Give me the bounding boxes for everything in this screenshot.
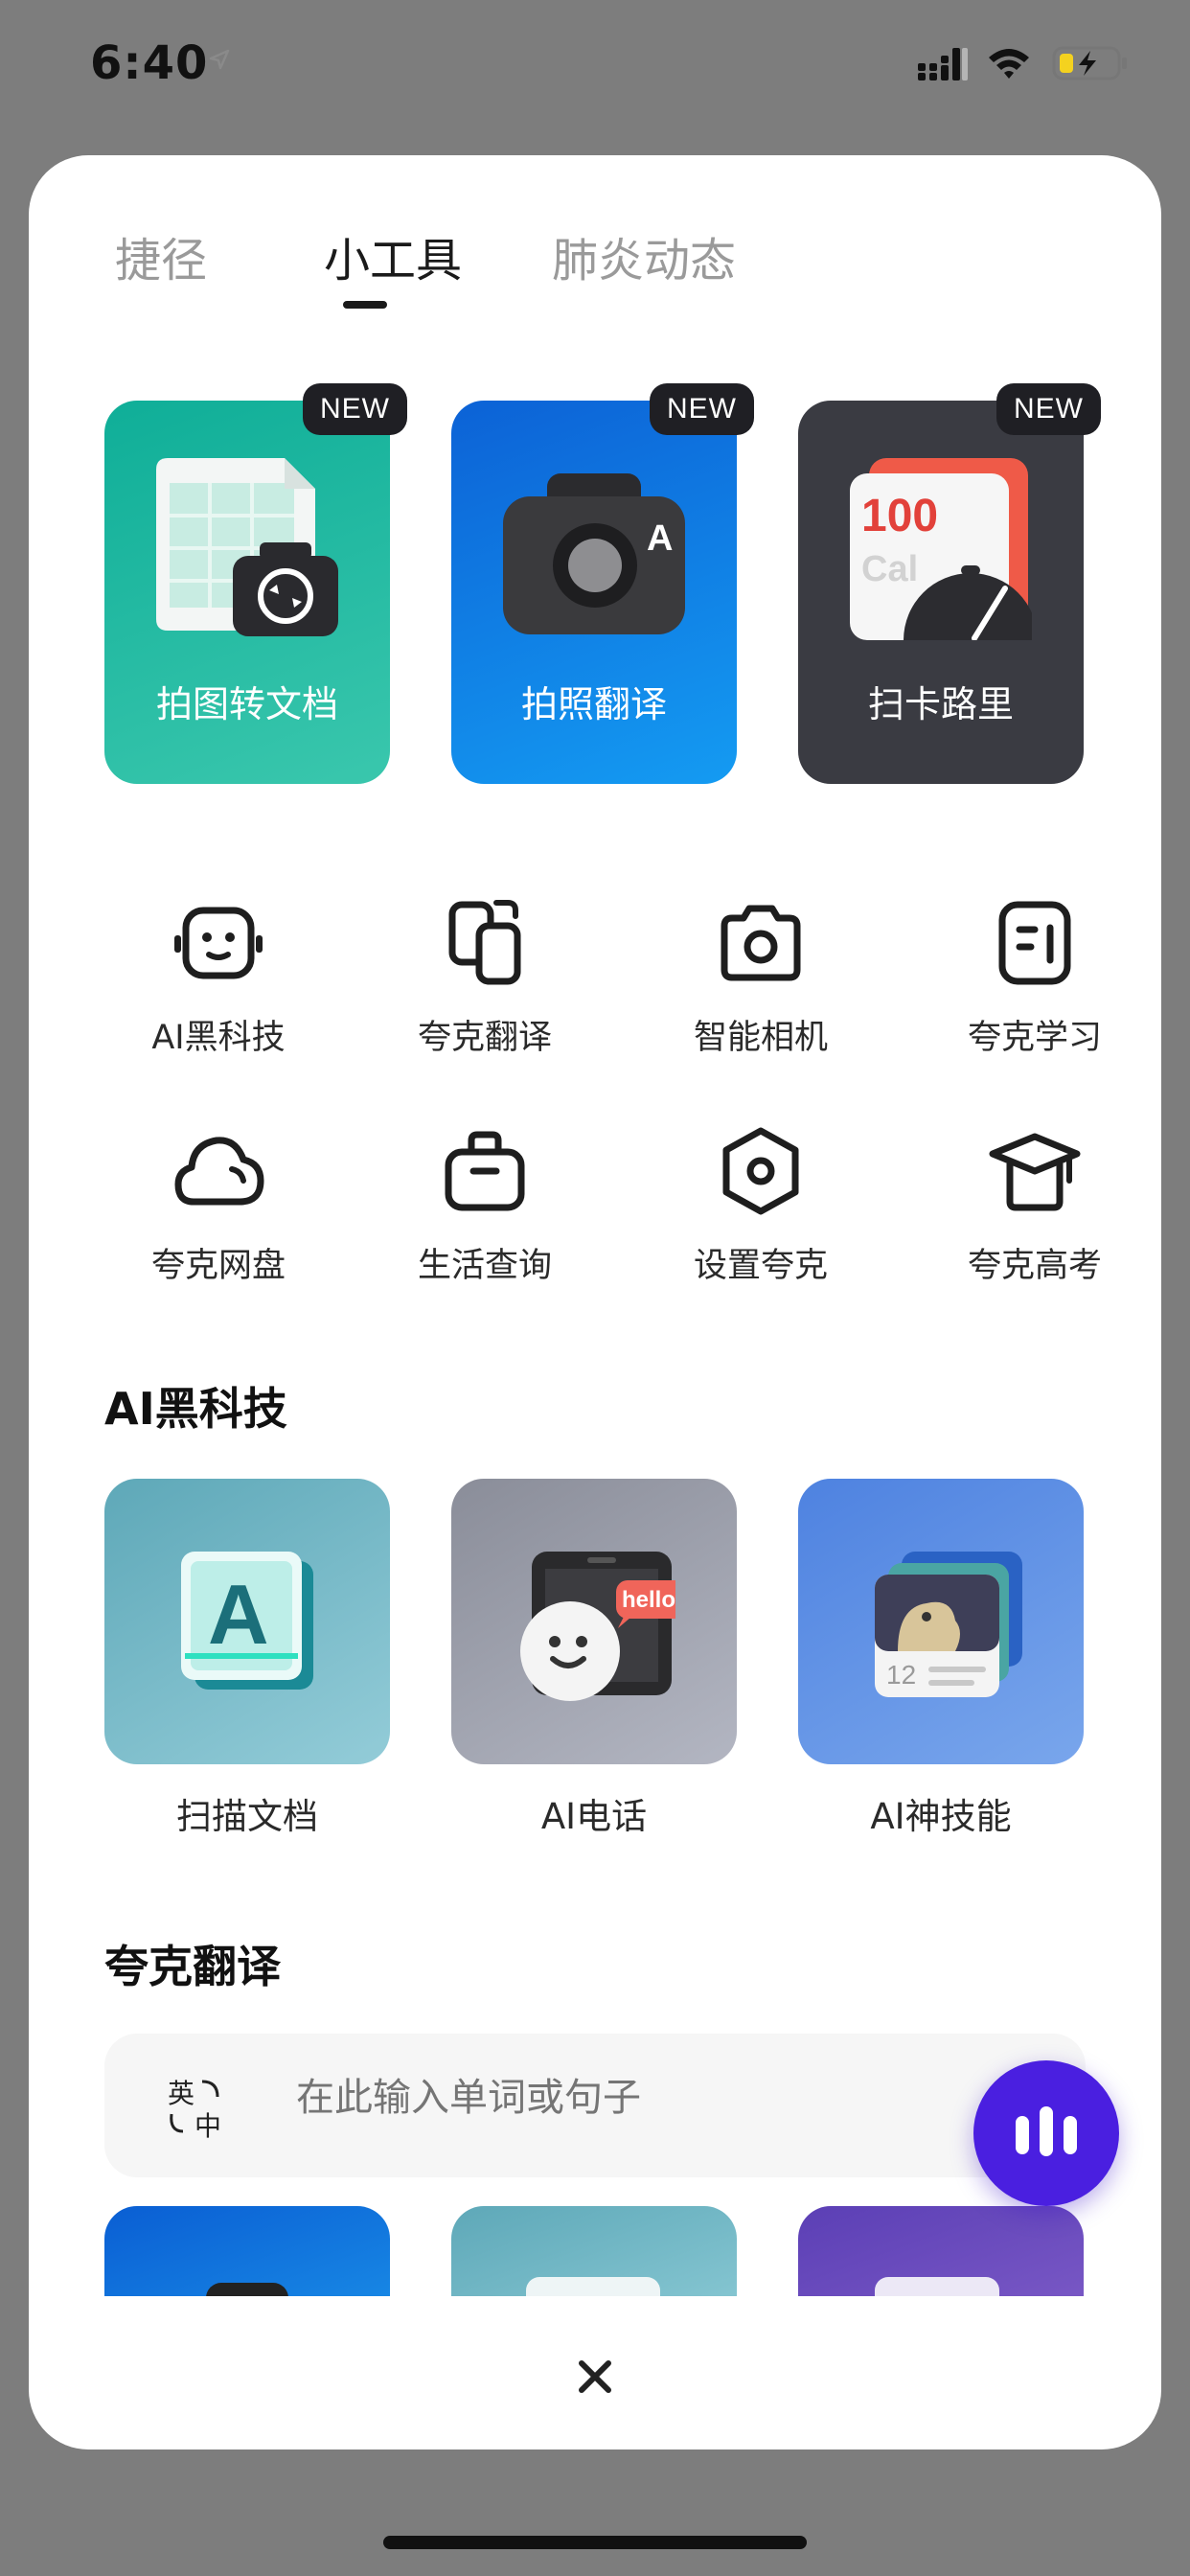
feature-card-photo-to-doc[interactable]: NEW 拍图转文档 bbox=[104, 383, 407, 784]
robot-face-icon bbox=[174, 907, 263, 979]
tab-tools[interactable]: 小工具 bbox=[324, 222, 462, 289]
ai-card-skills[interactable]: 12 bbox=[798, 1479, 1084, 1764]
lang-source: 英 bbox=[168, 2078, 195, 2109]
tool-quark-drive[interactable]: 夸克网盘 bbox=[113, 1125, 324, 1287]
ai-phone-icon: hello bbox=[520, 1552, 675, 1701]
tool-label: 夸克学习 bbox=[967, 1019, 1102, 1057]
feature-card-photo-translate[interactable]: NEW A 拍照翻译 bbox=[451, 383, 754, 784]
translate-icon bbox=[448, 900, 521, 985]
skills-number: 12 bbox=[886, 1660, 916, 1690]
ai-skills-icon: 12 bbox=[875, 1552, 1022, 1697]
home-indicator bbox=[383, 2536, 807, 2549]
calorie-unit: Cal bbox=[861, 549, 918, 589]
tool-quark-translate[interactable]: 夸克翻译 bbox=[379, 897, 590, 1059]
tool-ai-tech[interactable]: AI黑科技 bbox=[113, 897, 324, 1059]
tool-label: 夸克翻译 bbox=[417, 1019, 552, 1057]
scan-document-icon: A bbox=[181, 1552, 313, 1690]
bag-icon bbox=[445, 1131, 525, 1211]
tool-label: 夸克高考 bbox=[967, 1247, 1102, 1285]
tool-label: AI黑科技 bbox=[151, 1019, 286, 1057]
feature-card-label: 拍图转文档 bbox=[155, 683, 338, 725]
new-badge: NEW bbox=[650, 383, 754, 435]
translate-card-3[interactable] bbox=[798, 2206, 1084, 2296]
cloud-icon bbox=[174, 1137, 264, 1206]
tool-quark-study[interactable]: 夸克学习 bbox=[929, 897, 1140, 1059]
tool-gaokao[interactable]: 夸克高考 bbox=[929, 1125, 1140, 1287]
translate-card-1[interactable] bbox=[104, 2206, 390, 2296]
tool-smart-camera[interactable]: 智能相机 bbox=[655, 897, 866, 1059]
translate-input[interactable] bbox=[296, 2076, 890, 2120]
new-badge: NEW bbox=[303, 383, 407, 435]
translate-section-title: 夸克翻译 bbox=[104, 1941, 281, 1992]
voice-waveform-icon bbox=[1016, 2106, 1077, 2156]
tool-label: 夸克网盘 bbox=[150, 1247, 286, 1285]
tool-life-query[interactable]: 生活查询 bbox=[379, 1125, 590, 1287]
new-badge: NEW bbox=[996, 383, 1101, 435]
ai-section-title: AI黑科技 bbox=[104, 1383, 287, 1435]
ai-card-label: AI电话 bbox=[540, 1796, 648, 1837]
settings-hex-icon bbox=[722, 1127, 799, 1215]
graduation-cap-icon bbox=[989, 1133, 1081, 1211]
study-icon bbox=[998, 901, 1071, 985]
feature-card-label: 扫卡路里 bbox=[867, 683, 1014, 725]
ai-card-label: AI神技能 bbox=[870, 1796, 1012, 1837]
language-switch-icon[interactable]: 英 中 bbox=[168, 2074, 235, 2141]
close-icon[interactable] bbox=[566, 2348, 624, 2405]
photo-translate-camera-icon: A bbox=[503, 473, 685, 634]
tool-settings[interactable]: 设置夸克 bbox=[655, 1125, 866, 1287]
scan-letter: A bbox=[208, 1567, 269, 1662]
status-bar: 6:40 bbox=[0, 0, 1190, 134]
cellular-signal-icon bbox=[918, 48, 968, 80]
ai-card-phone[interactable]: hello bbox=[451, 1479, 737, 1764]
feature-card-label: 拍照翻译 bbox=[520, 683, 667, 725]
voice-input-button[interactable] bbox=[973, 2060, 1119, 2206]
feature-card-calorie-scan[interactable]: NEW 100 Cal 扫卡路里 bbox=[798, 383, 1101, 784]
tab-shortcuts[interactable]: 捷径 bbox=[115, 222, 207, 289]
calorie-number: 100 bbox=[861, 491, 938, 541]
translate-card-2[interactable] bbox=[451, 2206, 737, 2296]
hello-bubble-text: hello bbox=[622, 1587, 675, 1613]
tool-label: 生活查询 bbox=[417, 1247, 552, 1285]
translate-input-bar: 英 中 翻 bbox=[104, 2034, 1086, 2177]
location-arrow-icon bbox=[209, 49, 230, 70]
translate-cards-row bbox=[29, 2206, 1161, 2296]
battery-charging-icon bbox=[1052, 46, 1127, 80]
active-tab-indicator bbox=[343, 301, 387, 309]
ai-card-label: 扫描文档 bbox=[176, 1796, 318, 1837]
tab-pneumonia-news[interactable]: 肺炎动态 bbox=[552, 222, 736, 289]
lang-target: 中 bbox=[195, 2110, 221, 2141]
wifi-icon bbox=[989, 49, 1029, 79]
ai-card-scan-doc[interactable]: A bbox=[104, 1479, 390, 1764]
photo-to-doc-icon bbox=[156, 458, 338, 636]
camera-icon bbox=[721, 905, 801, 981]
camera-letter: A bbox=[647, 518, 673, 559]
calorie-scale-icon: 100 Cal bbox=[850, 458, 1032, 640]
status-time: 6:40 bbox=[90, 36, 209, 90]
tool-label: 智能相机 bbox=[693, 1019, 828, 1057]
tool-label: 设置夸克 bbox=[693, 1247, 828, 1285]
